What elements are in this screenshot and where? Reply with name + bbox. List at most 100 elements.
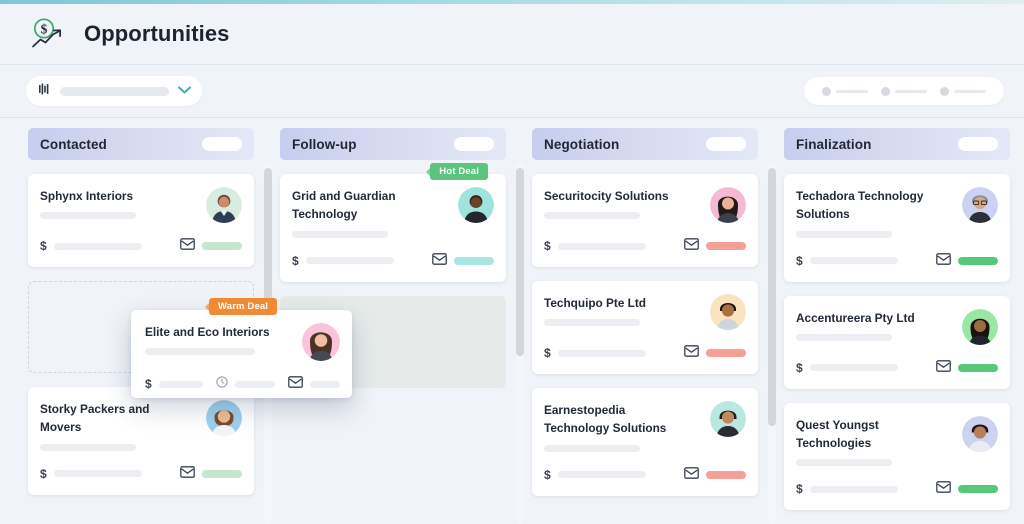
page-title: Opportunities: [84, 21, 230, 46]
card-header: Securitocity Solutions: [544, 187, 746, 223]
column-scrollbar-negotiation[interactable]: [768, 162, 776, 524]
amount-placeholder: [305, 257, 394, 265]
opportunity-card[interactable]: Storky Packers and Movers $: [28, 387, 254, 495]
currency-symbol: $: [40, 466, 47, 481]
amount-placeholder: [557, 471, 646, 479]
avatar[interactable]: [962, 187, 998, 223]
envelope-icon[interactable]: [432, 252, 447, 270]
meta-placeholder: [310, 380, 340, 388]
opportunity-card[interactable]: Sphynx Interiors $: [28, 174, 254, 267]
avatar[interactable]: [710, 187, 746, 223]
envelope-icon[interactable]: [180, 237, 195, 255]
kanban-column-negotiation: Negotiation Securitocity Solutions $ Tec…: [532, 128, 758, 524]
envelope-icon[interactable]: [936, 480, 951, 498]
status-bar: [958, 256, 998, 265]
card-footer: $: [145, 375, 340, 393]
step-dot-icon: [880, 86, 890, 96]
deal-badge-warm: Warm Deal: [204, 298, 278, 315]
card-footer: $: [796, 359, 998, 377]
amount-placeholder: [809, 485, 898, 493]
envelope-icon[interactable]: [180, 465, 195, 483]
chevron-down-icon[interactable]: [177, 82, 192, 100]
opportunity-card[interactable]: Techquipo Pte Ltd $: [532, 281, 758, 374]
column-toggle-pill[interactable]: [706, 137, 746, 151]
status-bar: [706, 349, 746, 357]
avatar[interactable]: [206, 400, 242, 436]
avatar[interactable]: [302, 323, 340, 361]
column-toggle-pill[interactable]: [958, 137, 998, 151]
filter-icon: [38, 82, 52, 101]
card-footer: $: [40, 237, 242, 255]
envelope-icon[interactable]: [936, 359, 951, 377]
envelope-icon[interactable]: [936, 252, 951, 270]
card-footer: $: [796, 480, 998, 498]
filter-value-placeholder: [60, 86, 169, 96]
card-header: Techadora Technology Solutions: [796, 187, 998, 238]
envelope-icon[interactable]: [684, 466, 699, 484]
avatar[interactable]: [962, 415, 998, 452]
opportunity-card[interactable]: Hot Deal Grid and Guardian Technology $: [280, 163, 506, 282]
column-wrap-finalization: Finalization Techadora Technology Soluti…: [784, 128, 1010, 524]
status-bar: [202, 469, 242, 478]
currency-symbol: $: [544, 346, 551, 360]
card-subtitle-placeholder: [40, 212, 136, 220]
card-subtitle-placeholder: [544, 444, 640, 452]
scrollbar-thumb[interactable]: [768, 168, 776, 426]
opportunity-card[interactable]: Securitocity Solutions $: [532, 174, 758, 267]
column-wrap-negotiation: Negotiation Securitocity Solutions $ Tec…: [532, 128, 784, 524]
column-toggle-pill[interactable]: [202, 137, 242, 151]
card-footer: $: [292, 252, 494, 270]
card-header: Quest Youngst Technologies: [796, 415, 998, 467]
step-line: [836, 89, 869, 93]
deal-badge-label: Hot Deal: [439, 166, 479, 177]
step-dot-icon: [822, 86, 832, 96]
avatar[interactable]: [206, 187, 242, 223]
card-subtitle-placeholder: [292, 230, 388, 238]
envelope-icon[interactable]: [684, 237, 699, 255]
opportunity-card[interactable]: Quest Youngst Technologies $: [784, 402, 1010, 511]
step-line: [894, 89, 927, 93]
scrollbar-thumb[interactable]: [516, 168, 524, 356]
currency-symbol: $: [145, 377, 152, 391]
column-header-followup: Follow-up: [280, 128, 506, 160]
deal-badge-label: Warm Deal: [218, 301, 269, 312]
card-header: Sphynx Interiors: [40, 187, 242, 223]
card-header: Storky Packers and Movers: [40, 400, 242, 451]
dollar-growth-chart-icon: $: [26, 13, 68, 55]
card-footer: $: [544, 466, 746, 484]
status-bar: [202, 242, 242, 250]
avatar[interactable]: [962, 308, 998, 345]
card-subtitle-placeholder: [796, 333, 892, 341]
amount-placeholder: [809, 364, 898, 372]
card-footer: $: [40, 465, 242, 483]
column-scrollbar-followup[interactable]: [516, 162, 524, 524]
card-company-name: Accentureera Pty Ltd: [796, 310, 915, 325]
step-line: [953, 89, 986, 93]
column-body-negotiation: Securitocity Solutions $ Techquipo Pte L…: [532, 174, 758, 496]
progress-steps-placeholder[interactable]: [804, 77, 1004, 105]
avatar[interactable]: [710, 294, 746, 330]
currency-symbol: $: [796, 253, 803, 268]
card-header: Accentureera Pty Ltd: [796, 308, 998, 345]
avatar[interactable]: [710, 401, 746, 437]
envelope-icon[interactable]: [684, 344, 699, 362]
step-unit: [822, 86, 869, 96]
opportunity-card[interactable]: Accentureera Pty Ltd $: [784, 295, 1010, 389]
avatar[interactable]: [458, 187, 494, 223]
column-title: Contacted: [40, 136, 107, 152]
deal-badge-hot: Hot Deal: [426, 163, 488, 180]
opportunity-card[interactable]: Techadora Technology Solutions $: [784, 174, 1010, 282]
currency-symbol: $: [292, 253, 299, 268]
dragged-opportunity-card[interactable]: Warm Deal Elite and Eco Interiors $: [131, 298, 352, 398]
top-accent-bar: [0, 0, 1024, 4]
column-title: Follow-up: [292, 136, 357, 152]
column-body-finalization: Techadora Technology Solutions $ Accentu…: [784, 174, 1010, 511]
currency-symbol: $: [40, 239, 47, 253]
envelope-icon[interactable]: [288, 375, 303, 393]
status-bar: [454, 256, 494, 265]
opportunity-card[interactable]: Earnestopedia Technology Solutions $: [532, 388, 758, 496]
column-title: Finalization: [796, 136, 872, 152]
column-toggle-pill[interactable]: [454, 137, 494, 151]
filter-dropdown[interactable]: [26, 76, 202, 106]
amount-placeholder: [557, 349, 646, 357]
